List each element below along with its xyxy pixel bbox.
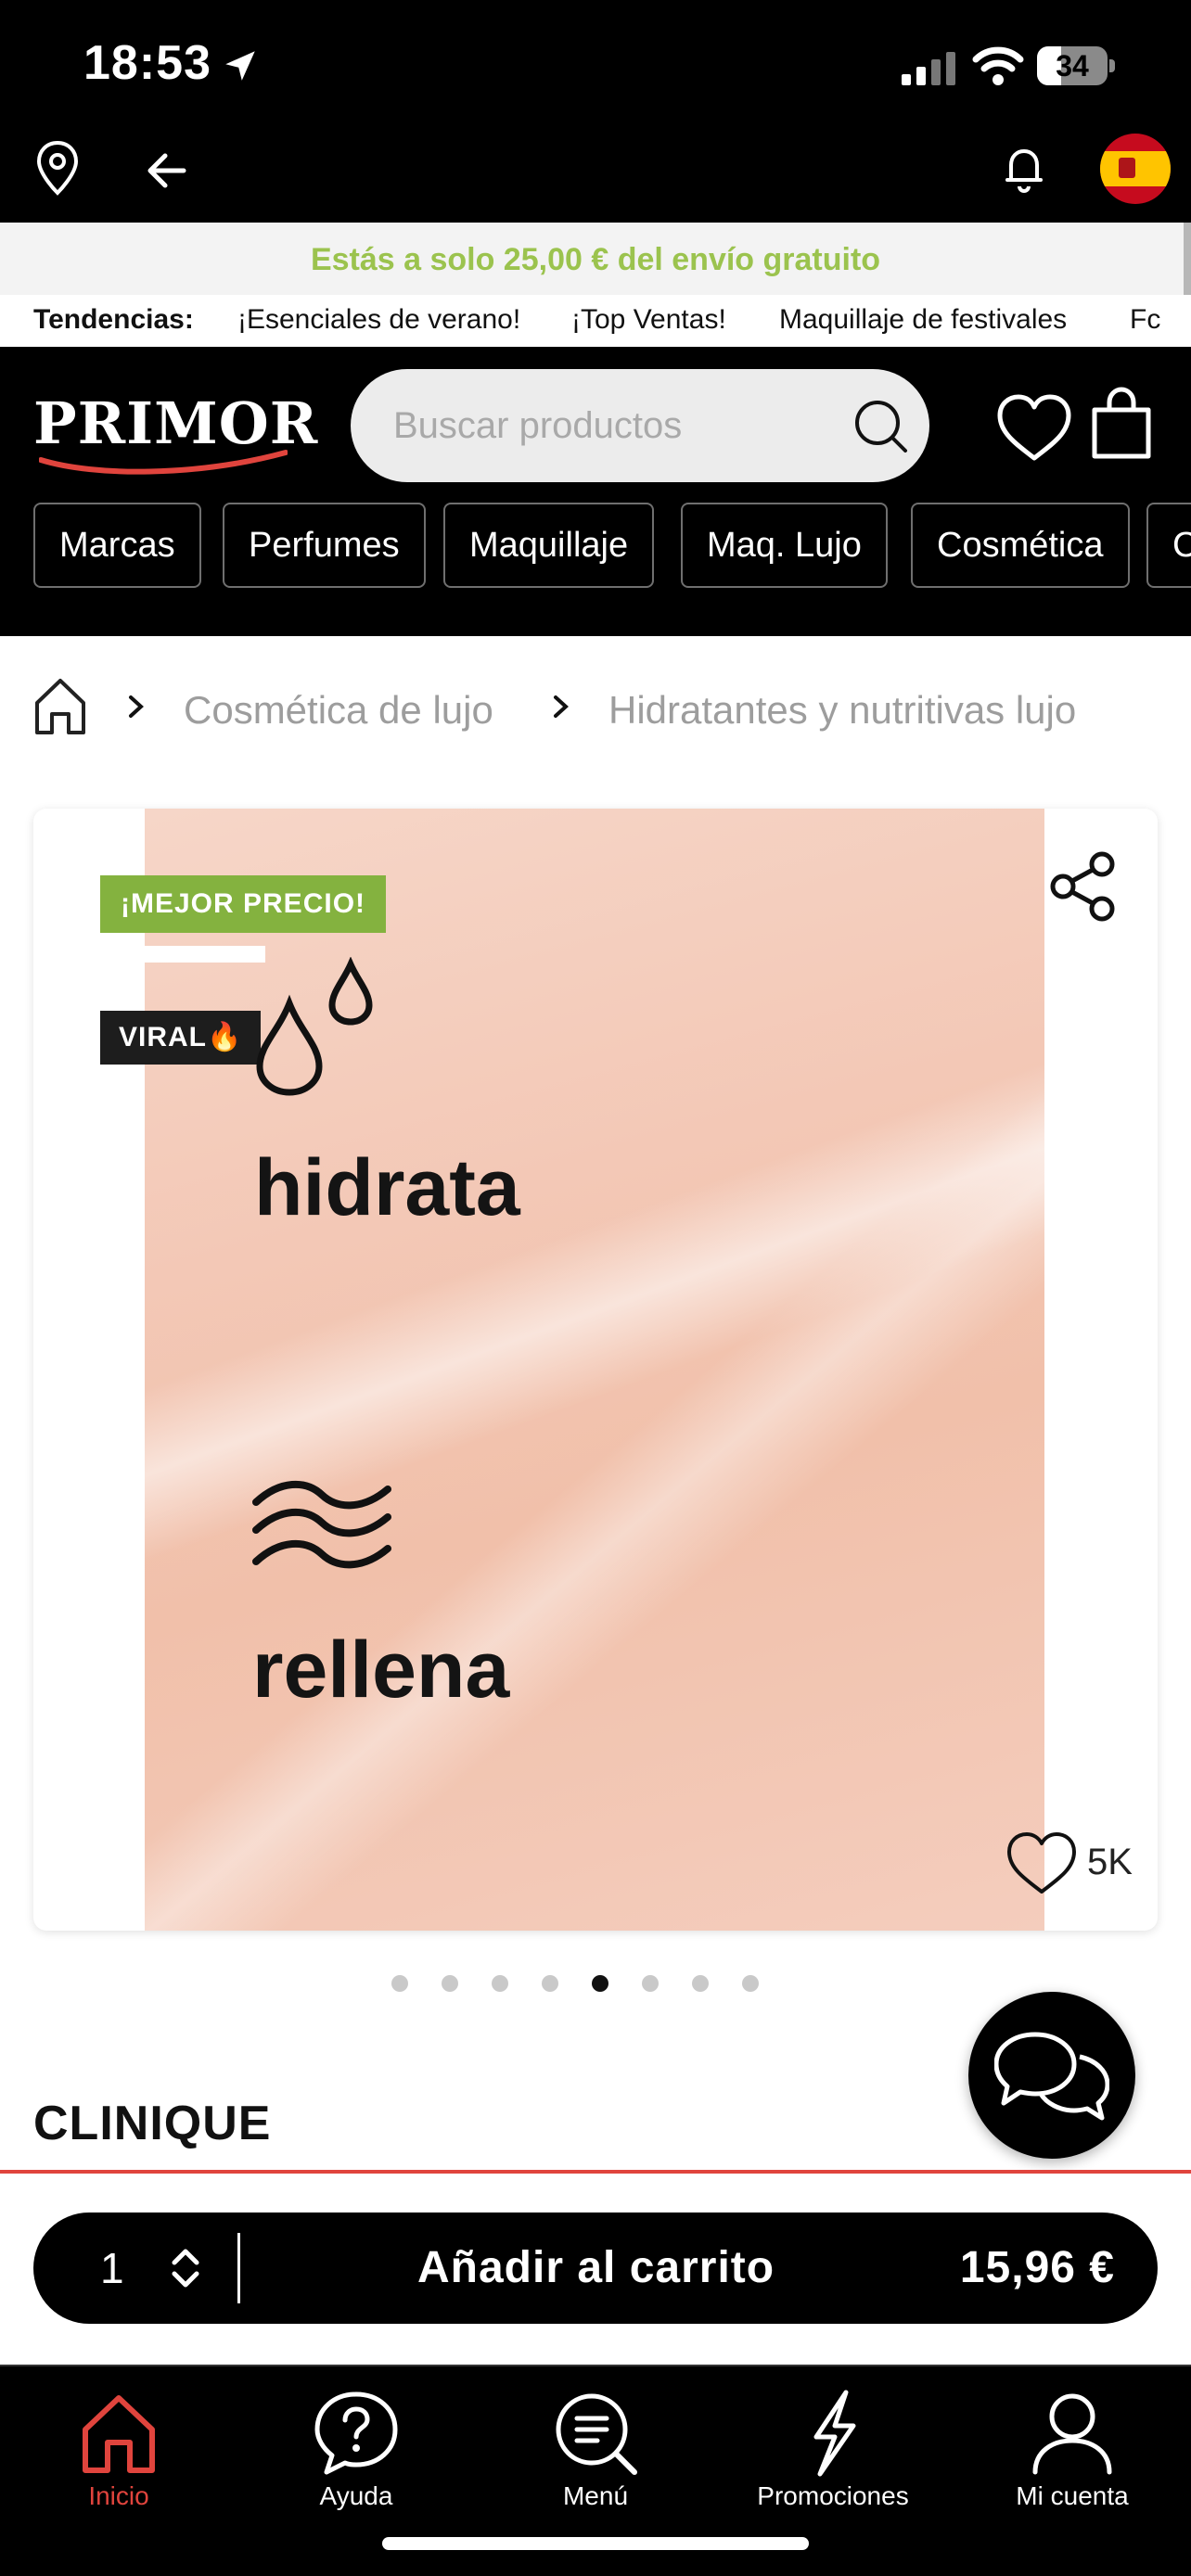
trend-link[interactable]: Fc <box>1130 304 1160 336</box>
location-pin-icon[interactable] <box>33 139 82 198</box>
breadcrumb-item[interactable]: Cosmética de lujo <box>184 688 493 733</box>
home-indicator <box>382 2537 809 2550</box>
location-arrow-icon <box>225 51 255 81</box>
top-bar <box>0 130 1191 223</box>
search-icon[interactable] <box>852 397 909 454</box>
wifi-icon <box>972 46 1024 85</box>
battery-level: 34 <box>1056 49 1089 83</box>
share-icon[interactable] <box>1046 849 1121 924</box>
wishlist-heart-icon[interactable] <box>996 393 1072 464</box>
breadcrumb-item[interactable]: Hidratantes y nutritivas lujo <box>608 688 1076 733</box>
like-heart-icon[interactable] <box>1005 1830 1078 1897</box>
nav-item-mi-cuenta[interactable]: Mi cuenta <box>980 2389 1165 2519</box>
category-chip-marcas[interactable]: Marcas <box>33 503 201 588</box>
image-caption-rellena: rellena <box>252 1626 510 1715</box>
trend-link[interactable]: ¡Top Ventas! <box>571 304 726 336</box>
home-icon <box>83 2395 155 2473</box>
water-drops-icon <box>256 957 373 1096</box>
nav-item-ayuda[interactable]: Ayuda <box>263 2389 449 2519</box>
category-chip-maq-lujo[interactable]: Maq. Lujo <box>681 503 888 588</box>
chat-button[interactable] <box>968 1992 1135 2159</box>
back-arrow-icon[interactable] <box>145 148 189 193</box>
carousel-dot[interactable] <box>492 1975 508 1992</box>
menu-search-icon <box>556 2393 637 2475</box>
carousel-dot[interactable] <box>642 1975 659 1992</box>
user-icon <box>1032 2393 1112 2475</box>
battery-indicator: 34 <box>1037 46 1115 85</box>
nav-label: Mi cuenta <box>1016 2481 1129 2510</box>
free-shipping-text: Estás a solo 25,00 € del envío gratuito <box>310 242 881 277</box>
carousel-dot[interactable] <box>542 1975 558 1992</box>
search-bar[interactable] <box>351 369 929 482</box>
carousel-dot[interactable] <box>592 1975 608 1992</box>
category-chip-more[interactable]: C <box>1146 503 1191 588</box>
breadcrumb-home-icon[interactable] <box>33 677 87 736</box>
search-input[interactable] <box>393 397 829 454</box>
product-price: 15,96 € <box>959 2243 1115 2292</box>
image-caption-hidrata: hidrata <box>254 1143 520 1232</box>
category-chip-cosmetica[interactable]: Cosmética <box>911 503 1130 588</box>
nav-item-promociones[interactable]: Promociones <box>740 2389 926 2519</box>
status-time: 18:53 <box>83 36 211 90</box>
free-shipping-banner: Estás a solo 25,00 € del envío gratuito <box>0 223 1191 295</box>
lightning-icon <box>813 2390 856 2477</box>
waves-icon <box>252 1480 391 1569</box>
carousel-dot[interactable] <box>442 1975 458 1992</box>
category-chips: Marcas Perfumes Maquillaje Maq. Lujo Cos… <box>0 503 1191 592</box>
trends-label: Tendencias: <box>33 304 194 335</box>
nav-label: Ayuda <box>319 2481 393 2510</box>
quantity-value[interactable]: 1 <box>100 2213 124 2324</box>
like-count: 5K <box>1087 1842 1133 1882</box>
status-bar: 18:53 34 <box>0 0 1191 130</box>
help-icon <box>314 2391 398 2475</box>
quantity-divider <box>237 2233 240 2303</box>
chat-bubbles-icon <box>994 2032 1109 2121</box>
nav-item-menu[interactable]: Menú <box>503 2389 688 2519</box>
quantity-stepper-icon[interactable] <box>167 2246 204 2290</box>
breadcrumb: Cosmética de lujo Hidratantes y nutritiv… <box>0 668 1191 760</box>
product-brand[interactable]: CLINIQUE <box>33 2096 271 2151</box>
image-decoration <box>145 946 265 963</box>
trend-link[interactable]: Maquillaje de festivales <box>779 304 1067 336</box>
category-chip-perfumes[interactable]: Perfumes <box>223 503 426 588</box>
carousel-dot[interactable] <box>742 1975 759 1992</box>
nav-item-inicio[interactable]: Inicio <box>26 2389 211 2519</box>
chevron-right-icon <box>554 695 569 718</box>
logo-text: PRIMOR <box>33 389 319 457</box>
chevron-right-icon <box>129 695 144 718</box>
viral-badge: VIRAL🔥 <box>100 1011 262 1065</box>
best-price-badge: ¡MEJOR PRECIO! <box>100 875 387 933</box>
add-to-cart-bar: 1 Añadir al carrito 15,96 € <box>33 2213 1158 2324</box>
nav-label: Inicio <box>88 2481 149 2510</box>
nav-label: Menú <box>562 2481 629 2510</box>
spain-flag-icon[interactable] <box>1100 134 1171 204</box>
nav-label: Promociones <box>757 2481 909 2510</box>
shopping-bag-icon[interactable] <box>1089 386 1154 460</box>
store-header: PRIMOR Marcas Perfumes Maquillaje Maq. L… <box>0 347 1191 636</box>
cellular-signal-icon <box>902 52 955 85</box>
add-to-cart-button[interactable]: Añadir al carrito <box>417 2213 775 2324</box>
trend-link[interactable]: ¡Esenciales de verano! <box>237 304 520 336</box>
trends-bar: Tendencias: ¡Esenciales de verano! ¡Top … <box>0 295 1191 347</box>
notifications-bell-icon[interactable] <box>1002 143 1046 195</box>
logo-swoosh <box>39 450 288 475</box>
category-chip-maquillaje[interactable]: Maquillaje <box>443 503 655 588</box>
primor-logo[interactable]: PRIMOR <box>33 389 317 475</box>
carousel-dot[interactable] <box>391 1975 408 1992</box>
product-image-card[interactable]: ¡MEJOR PRECIO! VIRAL🔥 hidrata rellena 5K <box>33 809 1158 1931</box>
add-to-cart-section: 1 Añadir al carrito 15,96 € <box>0 2170 1191 2365</box>
carousel-dot[interactable] <box>692 1975 709 1992</box>
